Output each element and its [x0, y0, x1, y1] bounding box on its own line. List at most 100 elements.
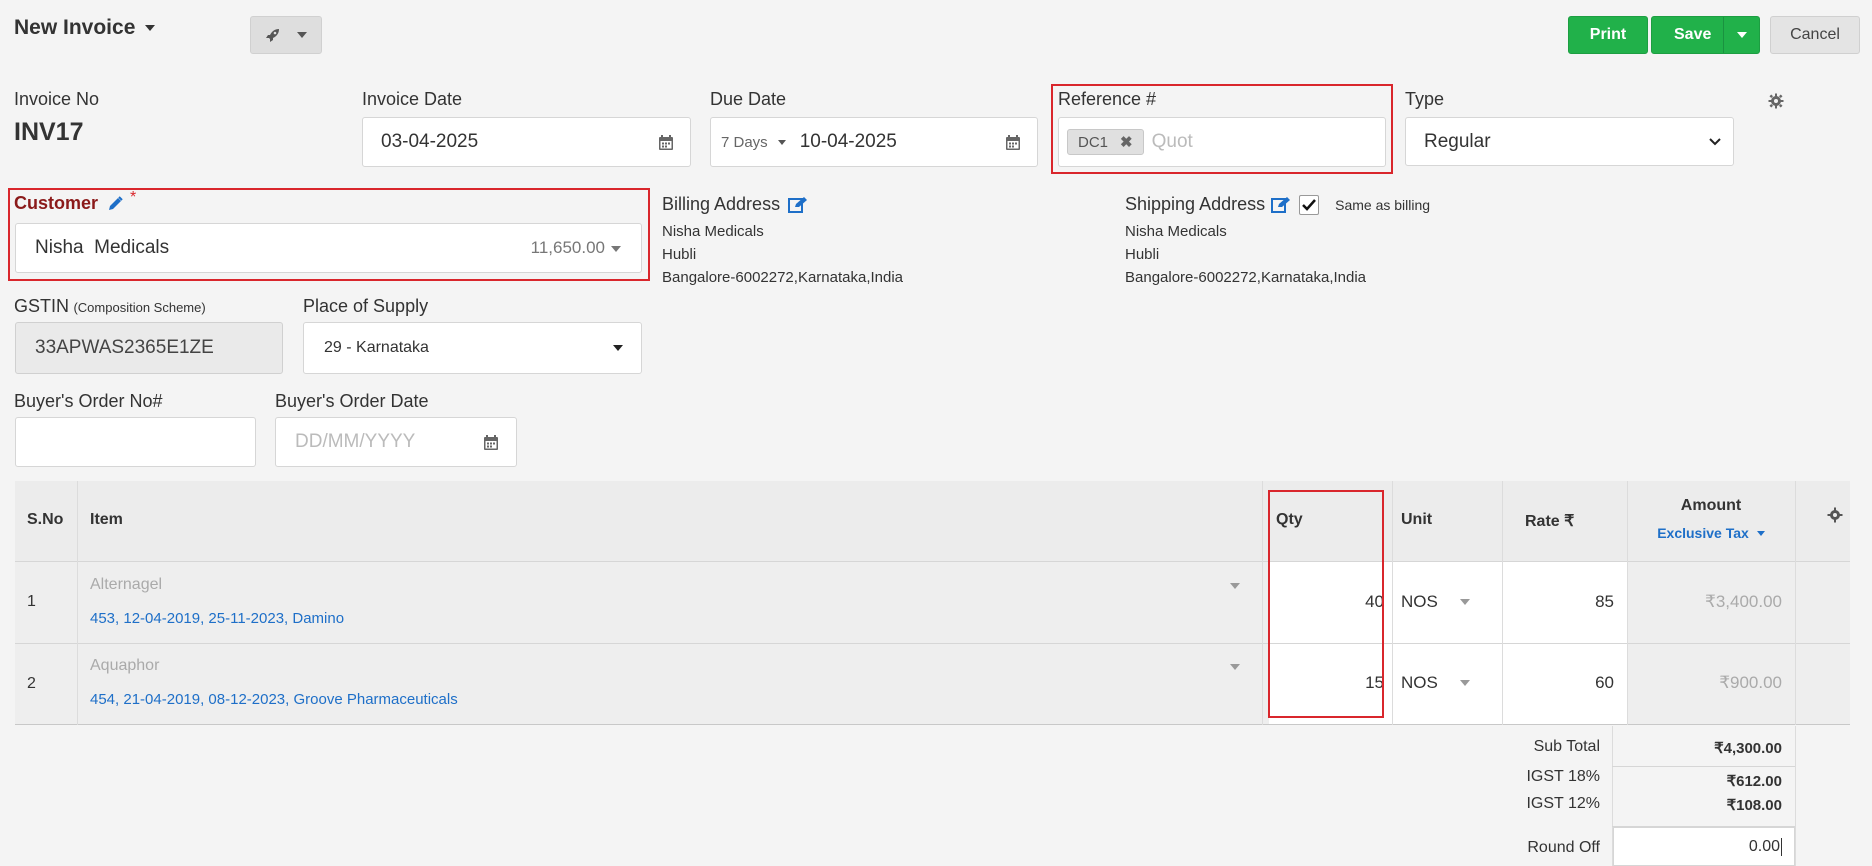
place-of-supply-select[interactable]: 29 - Karnataka: [303, 322, 642, 374]
invoice-date-field[interactable]: 03-04-2025: [362, 117, 691, 167]
place-of-supply-value: 29 - Karnataka: [324, 339, 429, 356]
due-date-field[interactable]: 7 Days 10-04-2025: [710, 117, 1038, 167]
close-icon[interactable]: ✖: [1120, 133, 1133, 151]
totals-divider: [1795, 726, 1796, 866]
tax-mode-label: Exclusive Tax: [1657, 525, 1749, 541]
row-divider: [15, 724, 1850, 725]
edit-icon[interactable]: [788, 196, 808, 214]
billing-address-line2: Hubli: [662, 246, 697, 263]
chevron-down-icon: [1736, 32, 1747, 38]
buyer-order-date-input[interactable]: DD/MM/YYYY: [275, 417, 517, 467]
reference-field[interactable]: DC1 ✖ Quot: [1058, 117, 1386, 167]
save-label: Save: [1674, 26, 1712, 43]
invoice-title-dropdown[interactable]: New Invoice: [14, 16, 156, 40]
billing-address-label: Billing Address: [662, 194, 781, 214]
chevron-down-icon: [613, 345, 623, 351]
igst12-value: ₹108.00: [1726, 797, 1782, 814]
igst12-label: IGST 12%: [1526, 795, 1600, 812]
header-sno: S.No: [27, 511, 64, 528]
shipping-address-line3: Bangalore-6002272,Karnataka,India: [1125, 269, 1367, 286]
chevron-down-icon: [777, 139, 786, 145]
chevron-down-icon: [1709, 138, 1721, 146]
row2-unit[interactable]: NOS: [1401, 673, 1470, 693]
customer-label: Customer: [14, 193, 99, 213]
type-label: Type: [1405, 89, 1445, 109]
reference-label: Reference #: [1058, 89, 1157, 109]
igst18-value: ₹612.00: [1726, 773, 1782, 790]
invoice-date-value: 03-04-2025: [381, 131, 479, 152]
customer-name: Nisha Medicals: [35, 237, 170, 258]
gear-icon[interactable]: [1768, 93, 1784, 109]
chevron-down-icon: [297, 32, 307, 38]
due-date-value: 10-04-2025: [799, 131, 897, 152]
row1-unit[interactable]: NOS: [1401, 592, 1470, 612]
page-title: New Invoice: [14, 16, 136, 39]
row2-batch-link[interactable]: 454, 21-04-2019, 08-12-2023, Groove Phar…: [90, 691, 458, 708]
round-off-input[interactable]: 0.00: [1613, 827, 1795, 866]
type-select[interactable]: Regular: [1405, 117, 1734, 166]
subtotal-label: Sub Total: [1533, 738, 1600, 755]
reference-input-placeholder[interactable]: Quot: [1152, 131, 1193, 153]
due-terms-value: 7 Days: [721, 133, 768, 151]
buyer-order-no-label: Buyer's Order No#: [14, 391, 163, 411]
header-amount: Amount: [1680, 497, 1742, 514]
invoice-no-label: Invoice No: [14, 89, 100, 109]
customer-select[interactable]: Nisha Medicals 11,650.00: [15, 223, 642, 273]
table-header: [15, 481, 1850, 561]
col-divider: [1262, 481, 1263, 725]
row1-amount: ₹3,400.00: [1705, 592, 1782, 611]
row1-rate[interactable]: 85: [1503, 592, 1614, 612]
buyer-order-date-label: Buyer's Order Date: [275, 391, 429, 411]
calendar-icon[interactable]: [658, 134, 674, 151]
row2-item-select[interactable]: Aquaphor: [90, 657, 159, 675]
same-as-billing-checkbox[interactable]: [1299, 194, 1320, 215]
print-button[interactable]: Print: [1568, 16, 1648, 54]
text-cursor: [1781, 837, 1782, 856]
totals-divider: [1612, 766, 1795, 767]
shipping-address-label: Shipping Address: [1125, 194, 1266, 214]
required-mark: *: [130, 188, 137, 206]
header-rate: Rate ₹: [1525, 513, 1575, 530]
header-unit: Unit: [1401, 511, 1433, 528]
gear-icon[interactable]: [1827, 507, 1843, 523]
due-terms-select[interactable]: 7 Days: [721, 134, 786, 151]
cancel-button[interactable]: Cancel: [1770, 16, 1860, 54]
billing-address-line3: Bangalore-6002272,Karnataka,India: [662, 269, 904, 286]
shipping-address-header: Shipping Address Same as billing: [1125, 194, 1430, 215]
rocket-icon: [266, 29, 279, 42]
billing-address-line1: Nisha Medicals: [662, 223, 764, 240]
row-divider: [15, 643, 1850, 644]
pencil-icon[interactable]: [106, 195, 124, 213]
edit-icon[interactable]: [1271, 196, 1291, 214]
chevron-down-icon: [145, 25, 156, 31]
customer-balance: 11,650.00: [530, 238, 605, 257]
save-button[interactable]: Save: [1651, 16, 1760, 54]
tax-mode-select[interactable]: Exclusive Tax: [1627, 525, 1795, 541]
round-off-value: 0.00: [1748, 837, 1780, 855]
invoice-no-value: INV17: [14, 118, 84, 146]
due-date-label: Due Date: [710, 89, 787, 109]
same-as-billing-label: Same as billing: [1335, 196, 1431, 213]
save-dropdown-toggle[interactable]: [1723, 17, 1759, 53]
quick-actions-button[interactable]: [250, 16, 322, 54]
igst18-label: IGST 18%: [1526, 768, 1600, 785]
place-of-supply-label: Place of Supply: [303, 296, 429, 316]
chevron-down-icon[interactable]: [1230, 664, 1240, 670]
chevron-down-icon[interactable]: [1230, 583, 1240, 589]
row2-rate[interactable]: 60: [1503, 673, 1614, 693]
buyer-order-no-input[interactable]: [15, 417, 256, 467]
col-divider: [77, 481, 78, 725]
chevron-down-icon: [1756, 530, 1765, 536]
gstin-value: 33APWAS2365E1ZE: [35, 337, 214, 358]
billing-address-header: Billing Address: [662, 194, 808, 215]
customer-label-row: Customer *: [14, 189, 136, 214]
row1-batch-link[interactable]: 453, 12-04-2019, 25-11-2023, Damino: [90, 610, 344, 627]
row-divider: [15, 561, 1850, 562]
calendar-icon[interactable]: [483, 434, 499, 451]
calendar-icon[interactable]: [1005, 134, 1021, 151]
chevron-down-icon: [1459, 680, 1470, 686]
header-item: Item: [90, 511, 123, 528]
reference-tag: DC1 ✖: [1067, 129, 1144, 155]
gstin-field: 33APWAS2365E1ZE: [15, 322, 283, 374]
row1-item-select[interactable]: Alternagel: [90, 576, 162, 594]
